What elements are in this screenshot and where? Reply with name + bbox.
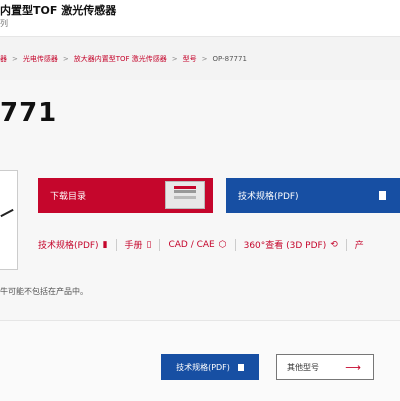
breadcrumb-current: OP-87771 bbox=[212, 55, 247, 63]
page-header: 内置型TOF 激光传感器 列 bbox=[0, 0, 400, 36]
link-divider bbox=[159, 238, 161, 251]
spec-pdf-label: 技术规格(PDF) bbox=[238, 192, 299, 202]
link-product-label: 产 bbox=[354, 241, 364, 251]
document-icon bbox=[379, 191, 386, 200]
other-models-label: 其他型号 bbox=[287, 362, 319, 372]
download-catalog-label: 下载目录 bbox=[50, 192, 87, 202]
breadcrumb-separator: > bbox=[62, 55, 69, 63]
document-icon: ▮ bbox=[102, 239, 108, 250]
download-links-row: 技术规格(PDF) ▮ 手册 ▯ CAD / CAE ⬡ 360°查看 (3D … bbox=[38, 238, 364, 251]
breadcrumb-separator: > bbox=[201, 55, 208, 63]
bottom-spec-pdf-button[interactable]: 技术规格(PDF) bbox=[161, 354, 259, 380]
link-divider bbox=[115, 238, 117, 251]
link-cad-cae[interactable]: CAD / CAE ⬡ bbox=[168, 240, 226, 250]
link-spec-pdf[interactable]: 技术规格(PDF) ▮ bbox=[38, 238, 108, 252]
other-models-button[interactable]: 其他型号 ⟶ bbox=[276, 354, 374, 380]
breadcrumb-item-tof-sensor[interactable]: 放大器内置型TOF 激光传感器 bbox=[74, 54, 167, 64]
link-divider bbox=[345, 238, 347, 251]
breadcrumb-separator: > bbox=[12, 55, 18, 63]
page-header-subtitle: 列 bbox=[0, 19, 8, 28]
product-note: 牛可能不包括在产品中。 bbox=[0, 287, 88, 296]
link-manual-label: 手册 bbox=[124, 241, 143, 251]
breadcrumb-item-models[interactable]: 型号 bbox=[183, 54, 197, 64]
breadcrumb-item[interactable]: 器 bbox=[0, 54, 7, 64]
link-manual[interactable]: 手册 ▯ bbox=[124, 238, 152, 252]
breadcrumb: 器 > 光电传感器 > 放大器内置型TOF 激光传感器 > 型号 > OP-87… bbox=[0, 54, 247, 64]
rotate-icon: ⟲ bbox=[330, 239, 338, 250]
bottom-spec-pdf-label: 技术规格(PDF) bbox=[176, 362, 230, 372]
document-icon: ▯ bbox=[146, 239, 152, 250]
product-model-number: 771 bbox=[0, 98, 58, 128]
document-icon bbox=[237, 363, 244, 371]
breadcrumb-item-photoelectric[interactable]: 光电传感器 bbox=[23, 54, 58, 64]
cube-icon: ⬡ bbox=[218, 239, 227, 250]
product-image[interactable] bbox=[0, 170, 18, 270]
download-catalog-button[interactable]: 下载目录 bbox=[38, 178, 213, 213]
link-cad-cae-label: CAD / CAE bbox=[168, 239, 215, 250]
catalog-thumbnail-icon bbox=[165, 181, 205, 209]
link-360-view-label: 360°查看 (3D PDF) bbox=[243, 241, 327, 251]
page-header-title: 内置型TOF 激光传感器 bbox=[0, 4, 117, 17]
breadcrumb-separator: > bbox=[171, 55, 178, 63]
link-divider bbox=[234, 238, 236, 251]
spec-pdf-button[interactable]: 技术规格(PDF) bbox=[226, 178, 400, 213]
link-product[interactable]: 产 bbox=[355, 238, 364, 251]
arrow-right-icon: ⟶ bbox=[345, 361, 361, 374]
link-spec-pdf-label: 技术规格(PDF) bbox=[38, 241, 99, 251]
link-360-view[interactable]: 360°查看 (3D PDF) ⟲ bbox=[243, 238, 338, 252]
